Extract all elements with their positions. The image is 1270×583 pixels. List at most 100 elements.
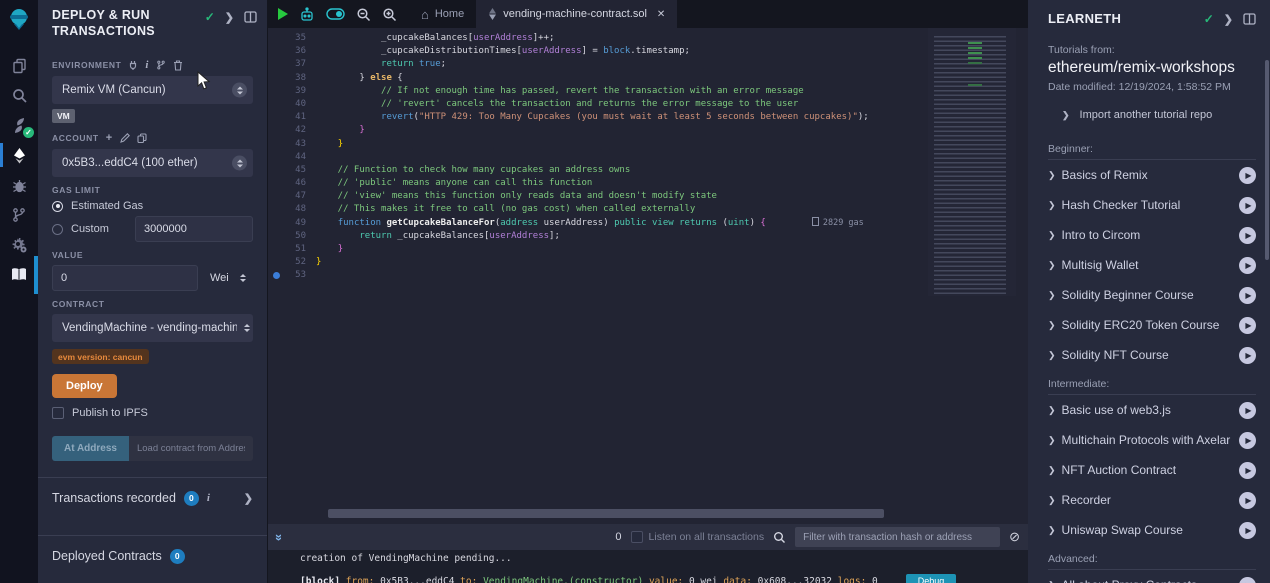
estimated-gas-radio[interactable]: [52, 201, 63, 212]
code-line[interactable]: [316, 269, 1028, 282]
file-explorer-icon[interactable]: [0, 50, 38, 80]
solidity-compiler-icon[interactable]: ✓: [0, 110, 38, 140]
line-number[interactable]: 50: [268, 230, 316, 243]
play-tutorial-button[interactable]: ▶: [1239, 492, 1256, 509]
tutorial-item[interactable]: ❯Intro to Circom▶: [1048, 220, 1256, 250]
tutorial-item[interactable]: ❯Recorder▶: [1048, 485, 1256, 515]
tutorial-item[interactable]: ❯Basics of Remix▶: [1048, 160, 1256, 190]
close-tab-icon[interactable]: ✕: [657, 9, 665, 20]
play-tutorial-button[interactable]: ▶: [1239, 287, 1256, 304]
play-tutorial-button[interactable]: ▶: [1239, 347, 1256, 364]
code-line[interactable]: return true;: [316, 58, 1028, 71]
play-tutorial-button[interactable]: ▶: [1239, 257, 1256, 274]
code-line[interactable]: // Function to check how many cupcakes a…: [316, 164, 1028, 177]
code-line[interactable]: }: [316, 138, 1028, 151]
code-line[interactable]: // 'revert' cancels the transaction and …: [316, 98, 1028, 111]
line-number[interactable]: 47: [268, 190, 316, 203]
code-line[interactable]: function getCupcakeBalanceFor(address us…: [316, 217, 1028, 230]
line-number[interactable]: 36: [268, 45, 316, 58]
panel-chevron-right-icon[interactable]: ❯: [225, 11, 234, 24]
listen-all-transactions-checkbox[interactable]: [631, 531, 643, 543]
play-tutorial-button[interactable]: ▶: [1239, 402, 1256, 419]
import-tutorial-repo[interactable]: ❯ Import another tutorial repo: [1062, 109, 1250, 121]
tab-vending-machine-contract[interactable]: vending-machine-contract.sol ✕: [476, 0, 677, 28]
horizontal-scrollbar[interactable]: [328, 509, 884, 518]
git-icon[interactable]: [0, 200, 38, 230]
add-account-icon[interactable]: +: [106, 132, 113, 144]
learneth-pin-panel-icon[interactable]: [1243, 13, 1256, 25]
plug-icon[interactable]: [128, 60, 138, 70]
line-number[interactable]: 42: [268, 124, 316, 137]
deploy-and-run-icon[interactable]: [0, 140, 38, 170]
expand-terminal-icon[interactable]: «: [270, 533, 285, 540]
code-line[interactable]: // This makes it free to call (no gas co…: [316, 203, 1028, 216]
tab-home[interactable]: ⌂ Home: [409, 0, 476, 28]
code-line[interactable]: }: [316, 243, 1028, 256]
fork-environment-icon[interactable]: [156, 60, 166, 70]
deployed-contracts-section[interactable]: Deployed Contracts 0: [38, 535, 267, 577]
play-tutorial-button[interactable]: ▶: [1239, 522, 1256, 539]
environment-select[interactable]: Remix VM (Cancun): [52, 76, 253, 104]
pin-panel-icon[interactable]: [244, 11, 257, 23]
line-number[interactable]: 38: [268, 72, 316, 85]
edit-account-icon[interactable]: [120, 133, 130, 143]
line-number[interactable]: 44: [268, 151, 316, 164]
line-number[interactable]: 53: [268, 269, 316, 282]
code-line[interactable]: }: [316, 124, 1028, 137]
value-input[interactable]: [52, 265, 198, 291]
play-tutorial-button[interactable]: ▶: [1239, 227, 1256, 244]
code-line[interactable]: // If not enough time has passed, revert…: [316, 85, 1028, 98]
tutorial-item[interactable]: ❯Multichain Protocols with Axelar▶: [1048, 425, 1256, 455]
code-line[interactable]: }: [316, 256, 1028, 269]
play-tutorial-button[interactable]: ▶: [1239, 197, 1256, 214]
play-tutorial-button[interactable]: ▶: [1239, 432, 1256, 449]
tutorial-item[interactable]: ❯Solidity NFT Course▶: [1048, 340, 1256, 370]
terminal-output[interactable]: creation of VendingMachine pending... [b…: [268, 550, 1028, 583]
code-line[interactable]: // 'view' means this function only reads…: [316, 190, 1028, 203]
tutorial-item[interactable]: ❯Solidity ERC20 Token Course▶: [1048, 310, 1256, 340]
code-editor[interactable]: 35363738394041424344454647484950515253 _…: [268, 28, 1028, 524]
settings-icon[interactable]: [0, 230, 38, 260]
line-number[interactable]: 43: [268, 138, 316, 151]
tutorial-item[interactable]: ❯NFT Auction Contract▶: [1048, 455, 1256, 485]
code-line[interactable]: [316, 151, 1028, 164]
tutorial-item[interactable]: ❯Solidity Beginner Course▶: [1048, 280, 1256, 310]
play-tutorial-button[interactable]: ▶: [1239, 167, 1256, 184]
line-number[interactable]: 52: [268, 256, 316, 269]
custom-gas-input[interactable]: [135, 216, 253, 242]
play-tutorial-button[interactable]: ▶: [1239, 462, 1256, 479]
minimap[interactable]: [928, 28, 1016, 296]
line-number[interactable]: 41: [268, 111, 316, 124]
code-line[interactable]: return _cupcakeBalances[userAddress];: [316, 230, 1028, 243]
terminal-filter-input[interactable]: [795, 527, 1000, 547]
debugger-icon[interactable]: [0, 170, 38, 200]
zoom-out-icon[interactable]: [356, 7, 371, 22]
transactions-expand-icon[interactable]: ❯: [244, 492, 253, 505]
play-tutorial-button[interactable]: ▶: [1239, 577, 1256, 583]
line-number[interactable]: 39: [268, 85, 316, 98]
debug-button[interactable]: Debug: [906, 574, 957, 583]
search-icon[interactable]: [0, 80, 38, 110]
play-tutorial-button[interactable]: ▶: [1239, 317, 1256, 334]
tutorial-item[interactable]: ❯All about Proxy Contracts▶: [1048, 570, 1256, 583]
remix-logo-icon[interactable]: [7, 7, 31, 36]
delete-environment-icon[interactable]: [173, 60, 183, 71]
ai-toggle-icon[interactable]: [326, 8, 345, 20]
deploy-button[interactable]: Deploy: [52, 374, 117, 398]
zoom-in-icon[interactable]: [382, 7, 397, 22]
learneth-icon[interactable]: [0, 260, 38, 290]
run-script-icon[interactable]: [278, 8, 288, 20]
transactions-info-icon[interactable]: i: [207, 492, 210, 504]
line-number[interactable]: 48: [268, 203, 316, 216]
environment-info-icon[interactable]: i: [145, 59, 149, 71]
account-select[interactable]: 0x5B3...eddC4 (100 ether): [52, 149, 253, 177]
learneth-scrollbar[interactable]: [1265, 60, 1269, 260]
custom-gas-radio[interactable]: [52, 224, 63, 235]
code-line[interactable]: revert("HTTP 429: Too Many Cupcakes (you…: [316, 111, 1028, 124]
at-address-button[interactable]: At Address: [52, 436, 129, 461]
code-line[interactable]: _cupcakeDistributionTimes[userAddress] =…: [316, 45, 1028, 58]
line-number[interactable]: 45: [268, 164, 316, 177]
line-number[interactable]: 37: [268, 58, 316, 71]
line-number[interactable]: 46: [268, 177, 316, 190]
tutorial-item[interactable]: ❯Multisig Wallet▶: [1048, 250, 1256, 280]
